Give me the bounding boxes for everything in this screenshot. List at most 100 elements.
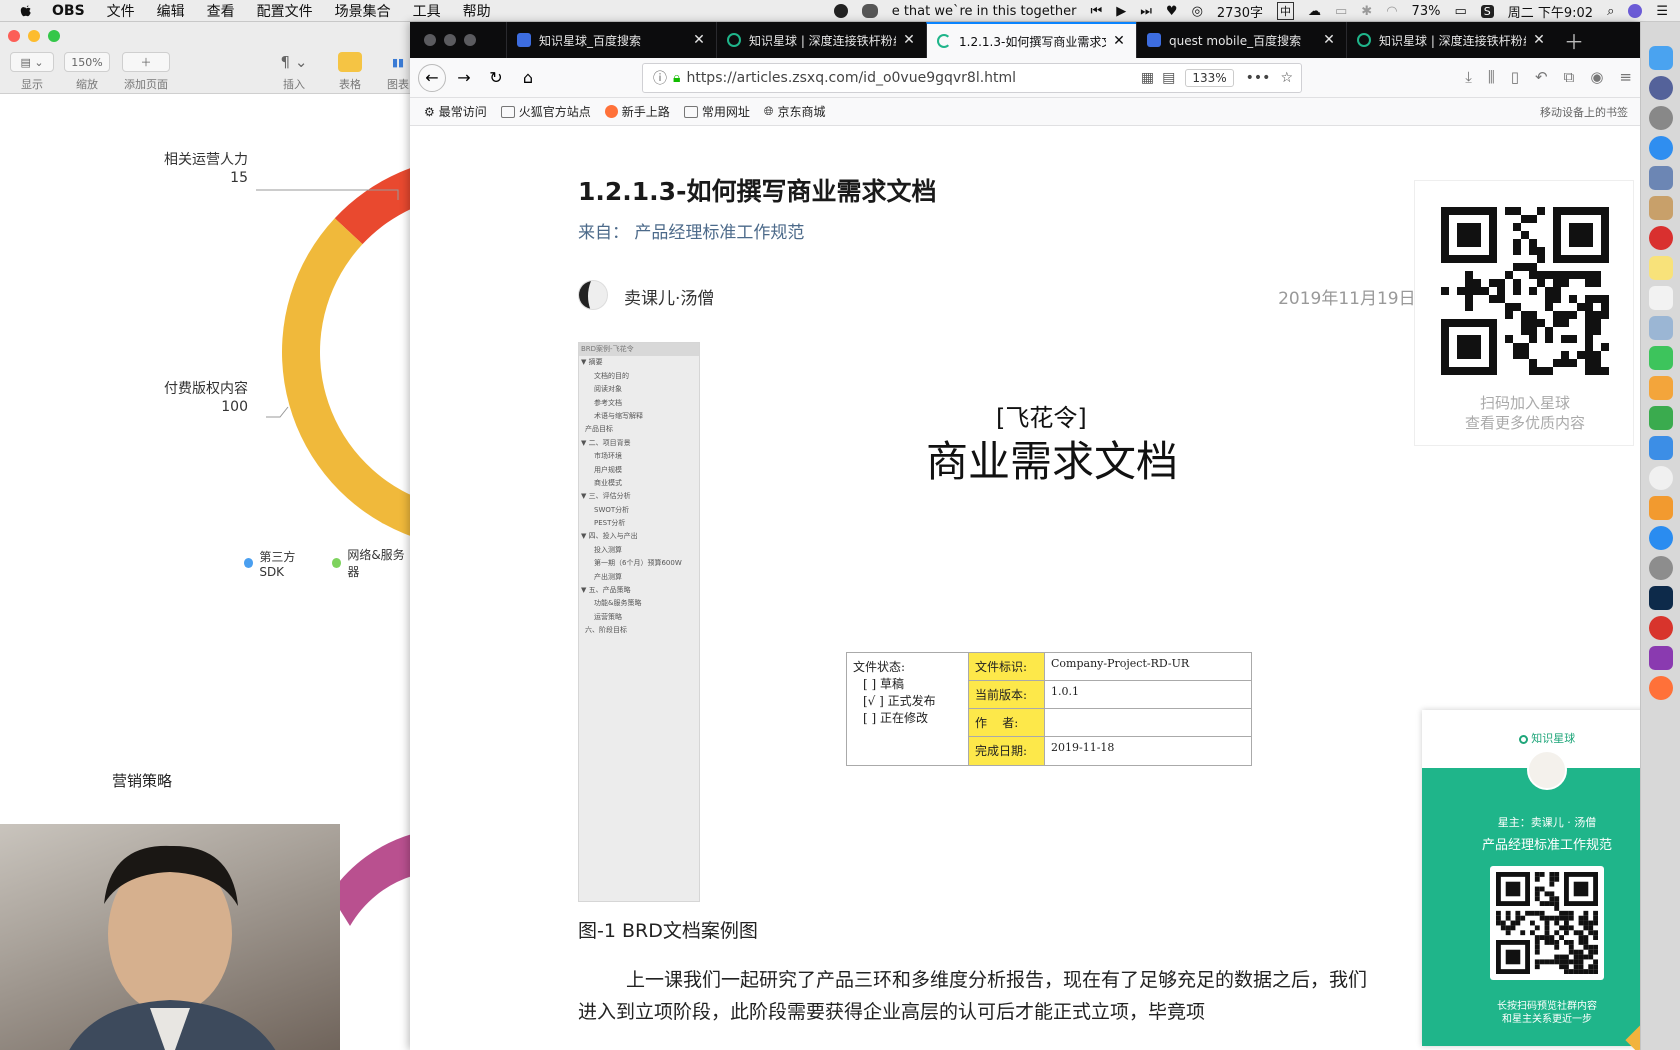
airplay-icon[interactable]: ▭ [1335,4,1347,19]
article-source[interactable]: 来自： 产品经理标准工作规范 [578,218,804,243]
photoshop-icon[interactable] [1649,586,1673,610]
close-tab-icon[interactable]: ✕ [692,32,706,48]
new-tab-button[interactable]: ＋ [1556,22,1592,58]
bookmark-common-sites[interactable]: 常用网址 [683,103,750,120]
bookmark-firefox-site[interactable]: 火狐官方站点 [500,103,591,120]
rocket-icon[interactable] [1649,106,1673,130]
bookmark-most-visited[interactable]: ⚙ 最常访问 [424,103,487,120]
siri-icon[interactable] [1628,4,1643,18]
bluetooth-icon[interactable]: ✱ [1361,4,1372,19]
system-preferences-icon[interactable] [1649,556,1673,580]
screenshot-icon[interactable]: ⧉ [1564,68,1575,86]
insert-button[interactable]: ¶ ⌄ 插入 [274,52,314,92]
music-app-icon[interactable] [833,4,848,18]
safari-icon[interactable] [1649,136,1673,160]
zoom-indicator[interactable]: 133% [1185,69,1234,87]
planet-promo-card[interactable]: 知识星球 星主：卖课儿 · 汤僧 产品经理标准工作规范 长按扫码预览社群内容 和… [1422,710,1680,1050]
sidebar-toggle-icon[interactable]: ▯ [1511,68,1519,86]
creative-cloud-icon[interactable]: ☁ [1308,4,1321,19]
notification-center-icon[interactable]: ☰ [1656,4,1668,19]
battery-percent[interactable]: 73% [1412,4,1441,19]
preview-icon[interactable] [1649,166,1673,190]
document-icon[interactable] [1649,286,1673,310]
heart-icon[interactable]: ♥ [1166,4,1178,19]
close-tab-icon[interactable]: ✕ [1112,33,1126,49]
stickies-icon[interactable] [1649,256,1673,280]
ibooks-icon[interactable] [1649,496,1673,520]
firefox-dock-icon[interactable] [1649,676,1673,700]
qr-code-icon[interactable]: ▦ [1141,70,1154,86]
battery-icon[interactable]: ▭ [1454,4,1466,19]
messages-icon[interactable] [1649,346,1673,370]
page-actions-icon[interactable]: ••• [1246,70,1271,86]
table-button[interactable]: 表格 [332,52,368,92]
now-playing-text[interactable]: e that we`re in this together [892,4,1077,19]
red-app-icon[interactable] [1649,616,1673,640]
forward-button[interactable]: → [450,64,478,92]
bookmark-star-icon[interactable]: ☆ [1280,70,1293,86]
play-icon[interactable]: ▶ [1116,4,1126,19]
sogou-icon[interactable]: S [1480,4,1494,18]
tab-article-active[interactable]: 1.2.1.3-如何撰写商业需求文档 ✕ [926,22,1136,58]
menu-view[interactable]: 查看 [207,1,235,21]
zoom-window-button[interactable] [48,30,60,42]
library-icon[interactable]: ⫼ [1488,68,1495,86]
wifi-icon[interactable]: ◠ [1386,4,1397,19]
view-menu-button[interactable]: ▤ ⌄ 显示 [10,52,54,92]
close-tab-icon[interactable]: ✕ [902,32,916,48]
minimize-browser-button[interactable] [444,34,456,46]
bookmark-jd[interactable]: 🌐︎ 京东商城 [764,103,826,120]
minimize-window-button[interactable] [28,30,40,42]
wechat-icon[interactable] [861,4,878,18]
apple-icon[interactable] [16,3,36,19]
mobile-bookmarks[interactable]: 移动设备上的书签 [1540,104,1628,120]
home-button[interactable]: ⌂ [514,64,542,92]
notes-folder-icon[interactable] [1649,196,1673,220]
input-method-indicator[interactable]: 中 [1277,2,1294,20]
close-browser-button[interactable] [424,34,436,46]
menu-edit[interactable]: 编辑 [157,1,185,21]
back-button[interactable]: ← [418,63,446,92]
image-capture-icon[interactable] [1649,316,1673,340]
author-avatar[interactable] [578,280,608,310]
reader-view-icon[interactable]: ▤ [1162,70,1175,86]
menu-icon[interactable]: ≡ [1619,68,1632,86]
close-tab-icon[interactable]: ✕ [1532,32,1546,48]
lock-icon[interactable]: 🔒︎ [673,70,680,86]
finder-icon[interactable] [1649,46,1673,70]
add-page-button[interactable]: ＋ 添加页面 [122,52,170,92]
address-bar[interactable]: ⓘ 🔒︎ https://articles.zsxq.com/id_o0vue9… [642,63,1302,93]
clock[interactable]: 周二 下午9:02 [1508,2,1593,21]
tab-zsxq-2[interactable]: 知识星球 | 深度连接铁杆粉丝, ✕ [1346,22,1556,58]
tab-baidu-zsxq[interactable]: 知识星球_百度搜索 ✕ [506,22,716,58]
netease-icon[interactable]: ◎ [1192,4,1203,19]
menu-profile[interactable]: 配置文件 [257,1,313,21]
reload-button[interactable]: ↻ [482,64,510,92]
close-window-button[interactable] [8,30,20,42]
netease-music-icon[interactable] [1649,226,1673,250]
author-name[interactable]: 卖课儿·汤僧 [624,284,714,309]
menu-help[interactable]: 帮助 [463,1,491,21]
menu-scene-collection[interactable]: 场景集合 [335,1,391,21]
music-icon[interactable] [1649,466,1673,490]
tab-baidu-questmobile[interactable]: quest mobile_百度搜索 ✕ [1136,22,1346,58]
tab-zsxq-1[interactable]: 知识星球 | 深度连接铁杆粉丝, ✕ [716,22,926,58]
zoom-menu-button[interactable]: 150% 缩放 [64,52,110,92]
url-text[interactable]: https://articles.zsxq.com/id_o0vue9gqvr8… [686,70,1140,86]
menu-file[interactable]: 文件 [107,1,135,21]
keynote-icon[interactable] [1649,436,1673,460]
account-icon[interactable]: ◉ [1590,68,1603,86]
previous-track-icon[interactable]: ⏮ [1091,4,1103,19]
menu-tools[interactable]: 工具 [413,1,441,21]
zoom-browser-button[interactable] [464,34,476,46]
word-count[interactable]: 2730字 [1217,2,1263,21]
app-store-icon[interactable] [1649,526,1673,550]
info-icon[interactable]: ⓘ [653,68,667,88]
close-tab-icon[interactable]: ✕ [1322,32,1336,48]
downloads-icon[interactable]: ⤓ [1465,68,1472,86]
launchpad-icon[interactable] [1649,76,1673,100]
undo-icon[interactable]: ↶ [1535,68,1548,86]
spotlight-search-icon[interactable]: ⌕ [1607,4,1614,19]
pages-icon[interactable] [1649,376,1673,400]
numbers-icon[interactable] [1649,406,1673,430]
